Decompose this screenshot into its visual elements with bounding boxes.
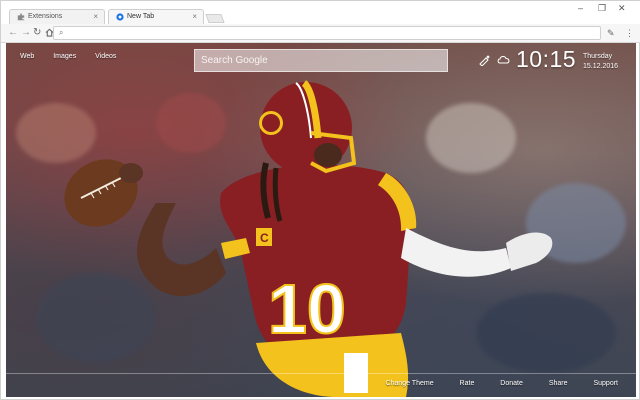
nav-web-link[interactable]: Web xyxy=(20,53,34,60)
tab-strip: Extensions × New Tab × – ❐ ✕ xyxy=(1,1,640,25)
puzzle-icon xyxy=(17,13,25,21)
close-icon[interactable]: × xyxy=(192,12,197,21)
forward-icon[interactable]: → xyxy=(21,27,31,38)
clock-time: 10:15 xyxy=(516,46,577,72)
clock-date: 15.12.2016 xyxy=(583,63,619,70)
new-tab-button[interactable] xyxy=(205,14,225,23)
close-icon[interactable]: × xyxy=(93,12,98,21)
search-input[interactable] xyxy=(195,50,447,71)
football-player-photo: C 10 xyxy=(64,80,553,397)
newtab-favicon-icon xyxy=(116,13,124,21)
back-icon[interactable]: ← xyxy=(8,27,18,38)
tab-label: New Tab xyxy=(127,13,155,20)
address-bar[interactable]: ⌕ xyxy=(53,26,601,40)
close-window-icon[interactable]: ✕ xyxy=(618,3,626,14)
new-tab-page: C 10 Web Images Videos 10:15 Thursday 15… xyxy=(6,43,636,397)
browser-window: Extensions × New Tab × – ❐ ✕ ← → ↻ ⌕ ✎ ⋮ xyxy=(0,0,640,400)
tab-extensions[interactable]: Extensions × xyxy=(9,9,105,25)
support-link[interactable]: Support xyxy=(593,380,618,387)
rate-link[interactable]: Rate xyxy=(460,380,475,387)
search-icon: ⌕ xyxy=(59,28,64,37)
extension-icon[interactable]: ✎ xyxy=(607,28,615,39)
toolbar: ← → ↻ ⌕ ✎ ⋮ xyxy=(1,24,640,43)
minimize-icon[interactable]: – xyxy=(578,3,583,13)
search-box xyxy=(194,49,448,72)
cloud-icon[interactable] xyxy=(496,53,512,65)
menu-icon[interactable]: ⋮ xyxy=(625,28,634,39)
clock-day: Thursday xyxy=(583,53,613,60)
share-link[interactable]: Share xyxy=(549,380,568,387)
nav-images-link[interactable]: Images xyxy=(53,53,76,60)
change-theme-link[interactable]: Change Theme xyxy=(385,380,433,387)
reload-icon[interactable]: ↻ xyxy=(33,27,41,38)
maximize-icon[interactable]: ❐ xyxy=(598,3,606,14)
search-nav: Web Images Videos xyxy=(20,53,133,60)
tab-label: Extensions xyxy=(28,13,63,20)
tab-new-tab[interactable]: New Tab × xyxy=(108,9,204,25)
donate-link[interactable]: Donate xyxy=(500,380,523,387)
footer-links: Change Theme Rate Donate Share Support xyxy=(361,380,618,387)
nav-videos-link[interactable]: Videos xyxy=(95,53,116,60)
jersey-number: 10 xyxy=(268,270,346,348)
pen-icon[interactable] xyxy=(478,54,490,66)
svg-text:C: C xyxy=(260,231,269,245)
footer-bar: Change Theme Rate Donate Share Support xyxy=(6,373,636,397)
